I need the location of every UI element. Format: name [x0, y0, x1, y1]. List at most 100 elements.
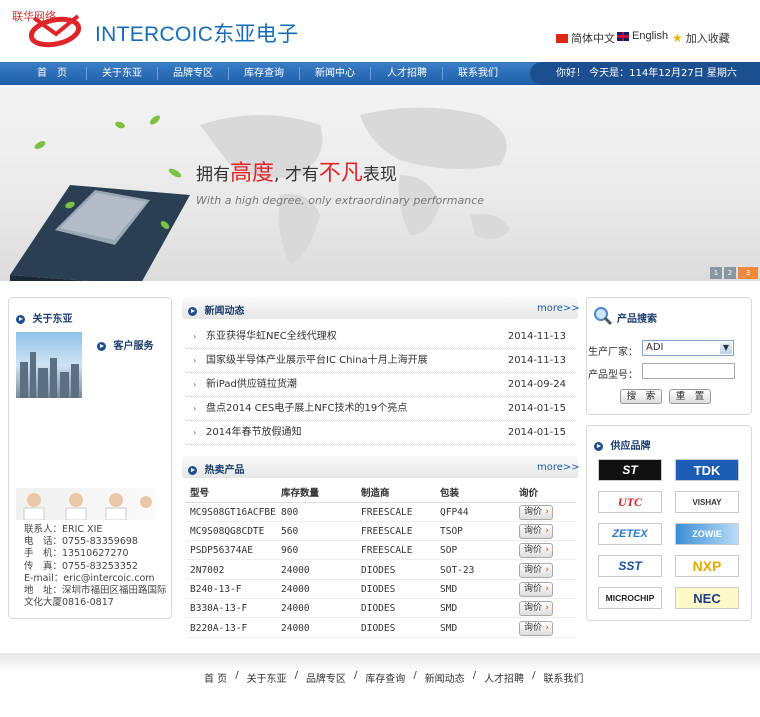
- table-row: 2N7002 24000 DIODES SOT-23 询价: [186, 561, 576, 580]
- banner-slogan: 拥有高度, 才有不凡表现: [196, 161, 397, 186]
- banner-english: With a high degree, only extraordinary p…: [196, 194, 485, 207]
- news-item[interactable]: › 盘点2014 CES电子展上NFC技术的19个亮点 2014-01-15: [186, 397, 576, 421]
- banner-page-2[interactable]: 2: [724, 267, 736, 279]
- table-row: MC9S08QG8CDTE 560 FREESCALE TSOP 询价: [186, 522, 576, 541]
- bullet-icon: [594, 441, 603, 451]
- nav-about[interactable]: 关于东亚: [92, 62, 152, 85]
- brand-logo-microchip[interactable]: MICROCHIP: [598, 587, 662, 609]
- contact-mobile: 手 机：13510627270: [24, 548, 129, 560]
- china-flag-icon: [556, 33, 568, 43]
- brand-logo-nec[interactable]: NEC: [675, 587, 739, 609]
- ask-price-button[interactable]: 询价: [519, 621, 553, 636]
- brand-logo-st[interactable]: ST: [598, 459, 662, 481]
- news-item[interactable]: › 2014年春节放假通知 2014-01-15: [186, 421, 576, 445]
- favorite-label: 加入收藏: [685, 33, 730, 45]
- main-nav: 首 页 关于东亚 品牌专区 库存查询 新闻中心 人才招聘 联系我们 你好！ 今天…: [0, 62, 760, 85]
- brands-header: 供应品牌: [594, 437, 651, 452]
- reset-button[interactable]: 重 置: [669, 389, 711, 404]
- nav-news[interactable]: 新闻中心: [305, 62, 365, 85]
- nav-home[interactable]: 首 页: [22, 62, 82, 85]
- footer: [0, 653, 760, 717]
- contact-phone: 电 话：0755-83359698: [24, 536, 138, 548]
- service-title[interactable]: 客户服务: [114, 341, 154, 352]
- news-item[interactable]: › 国家级半导体产业展示平台IC China十月上海开展 2014-11-13: [186, 349, 576, 373]
- favorite-link[interactable]: ★ 加入收藏: [672, 30, 730, 46]
- chip-graphic: [10, 185, 190, 281]
- footer-link-brands[interactable]: 品牌专区: [306, 670, 346, 685]
- about-title[interactable]: 关于东亚: [33, 314, 73, 325]
- contact-fax: 传 真：0755-83253352: [24, 560, 138, 572]
- maker-select[interactable]: ADI ▼: [642, 340, 734, 356]
- contact-info: 联系人：ERIC XIE 电 话：0755-83359698 手 机：13510…: [24, 524, 167, 609]
- table-row: MC9S08GT16ACFBE 800 FREESCALE QFP44 询价: [186, 503, 576, 522]
- news-item[interactable]: › 新iPad供应链拉货潮 2014-09-24: [186, 373, 576, 397]
- lang-cn-label: 简体中文: [571, 33, 615, 45]
- lang-en-link[interactable]: English: [617, 30, 668, 42]
- city-photo: [16, 332, 82, 398]
- ask-price-button[interactable]: 询价: [519, 563, 553, 578]
- brand-logo-sst[interactable]: SST: [598, 555, 662, 577]
- nav-stock[interactable]: 库存查询: [234, 62, 294, 85]
- footer-link-jobs[interactable]: 人才招聘: [484, 670, 524, 685]
- nav-contact[interactable]: 联系我们: [448, 62, 508, 85]
- lang-en-label: English: [632, 30, 669, 42]
- news-title-wrap: 新闻动态: [188, 302, 245, 317]
- hero-banner: 拥有高度, 才有不凡表现 With a high degree, only ex…: [0, 85, 760, 281]
- maker-label: 生产厂家：: [588, 347, 638, 358]
- bullet-icon: [188, 306, 197, 316]
- part-input[interactable]: [642, 363, 735, 379]
- brand-logo-utc[interactable]: UTC: [598, 491, 662, 513]
- banner-pager: 1 2 3: [710, 267, 758, 279]
- footer-link-news[interactable]: 新闻动态: [425, 670, 465, 685]
- service-header: 客户服务: [97, 337, 154, 352]
- bullet-icon: [16, 314, 25, 324]
- bullet-icon: [97, 341, 106, 351]
- lang-cn-link[interactable]: 简体中文: [556, 30, 615, 46]
- hot-title[interactable]: 热卖产品: [205, 465, 245, 476]
- table-row: B330A-13-F 24000 DIODES SMD 询价: [186, 599, 576, 618]
- hot-title-wrap: 热卖产品: [188, 461, 245, 476]
- footer-link-stock[interactable]: 库存查询: [365, 670, 405, 685]
- ask-price-button[interactable]: 询价: [519, 505, 553, 520]
- banner-page-3[interactable]: 3: [738, 267, 758, 279]
- company-logo[interactable]: [26, 12, 84, 48]
- maker-select-value: ADI: [646, 342, 664, 353]
- brand-logo-vishay[interactable]: VISHAY: [675, 491, 739, 513]
- table-row: B240-13-F 24000 DIODES SMD 询价: [186, 580, 576, 599]
- brand-name[interactable]: INTERCOIC东亚电子: [95, 18, 298, 48]
- magnifier-icon: [593, 306, 613, 329]
- hot-table-header: 型号 库存数量 制造商 包装 询价: [186, 484, 576, 503]
- chevron-down-icon[interactable]: ▼: [720, 342, 732, 354]
- search-title: 产品搜索: [617, 314, 657, 325]
- brand-logo-zetex[interactable]: ZETEX: [598, 523, 662, 545]
- contact-person: 联系人：ERIC XIE: [24, 524, 103, 535]
- footer-links: 首 页 / 关于东亚 / 品牌专区 / 库存查询 / 新闻动态 / 人才招聘 / 联系我们: [204, 670, 584, 685]
- banner-page-1[interactable]: 1: [710, 267, 722, 279]
- date-greeting: 你好！ 今天是：114年12月27日 星期六: [530, 62, 760, 85]
- contact-email[interactable]: E-mail：eric@intercoic.com: [24, 573, 167, 585]
- news-title[interactable]: 新闻动态: [205, 306, 245, 317]
- footer-link-home[interactable]: 首 页: [204, 670, 227, 685]
- search-button[interactable]: 搜 索: [620, 389, 662, 404]
- footer-link-about[interactable]: 关于东亚: [247, 670, 287, 685]
- nav-jobs[interactable]: 人才招聘: [377, 62, 437, 85]
- brand-logo-zowie[interactable]: ZOWIE: [675, 523, 739, 545]
- uk-flag-icon: [617, 31, 629, 41]
- nav-brands[interactable]: 品牌专区: [163, 62, 223, 85]
- ask-price-button[interactable]: 询价: [519, 582, 553, 597]
- ask-price-button[interactable]: 询价: [519, 601, 553, 616]
- star-icon: ★: [672, 31, 683, 45]
- ask-price-button[interactable]: 询价: [519, 524, 553, 539]
- brand-logo-tdk[interactable]: TDK: [675, 459, 739, 481]
- table-row: PSDP56374AE 960 FREESCALE SOP 询价: [186, 541, 576, 560]
- brand-logo-nxp[interactable]: NXP: [675, 555, 739, 577]
- part-label: 产品型号：: [588, 370, 638, 381]
- ask-price-button[interactable]: 询价: [519, 543, 553, 558]
- news-more-link[interactable]: more>>: [537, 303, 580, 314]
- hot-more-link[interactable]: more>>: [537, 462, 580, 473]
- service-staff-photo: [16, 488, 156, 521]
- footer-link-contact[interactable]: 联系我们: [543, 670, 583, 685]
- news-item[interactable]: › 东亚获得华虹NEC全线代理权 2014-11-13: [186, 325, 576, 349]
- table-row: B220A-13-F 24000 DIODES SMD 询价: [186, 619, 576, 638]
- brands-title: 供应品牌: [610, 441, 651, 452]
